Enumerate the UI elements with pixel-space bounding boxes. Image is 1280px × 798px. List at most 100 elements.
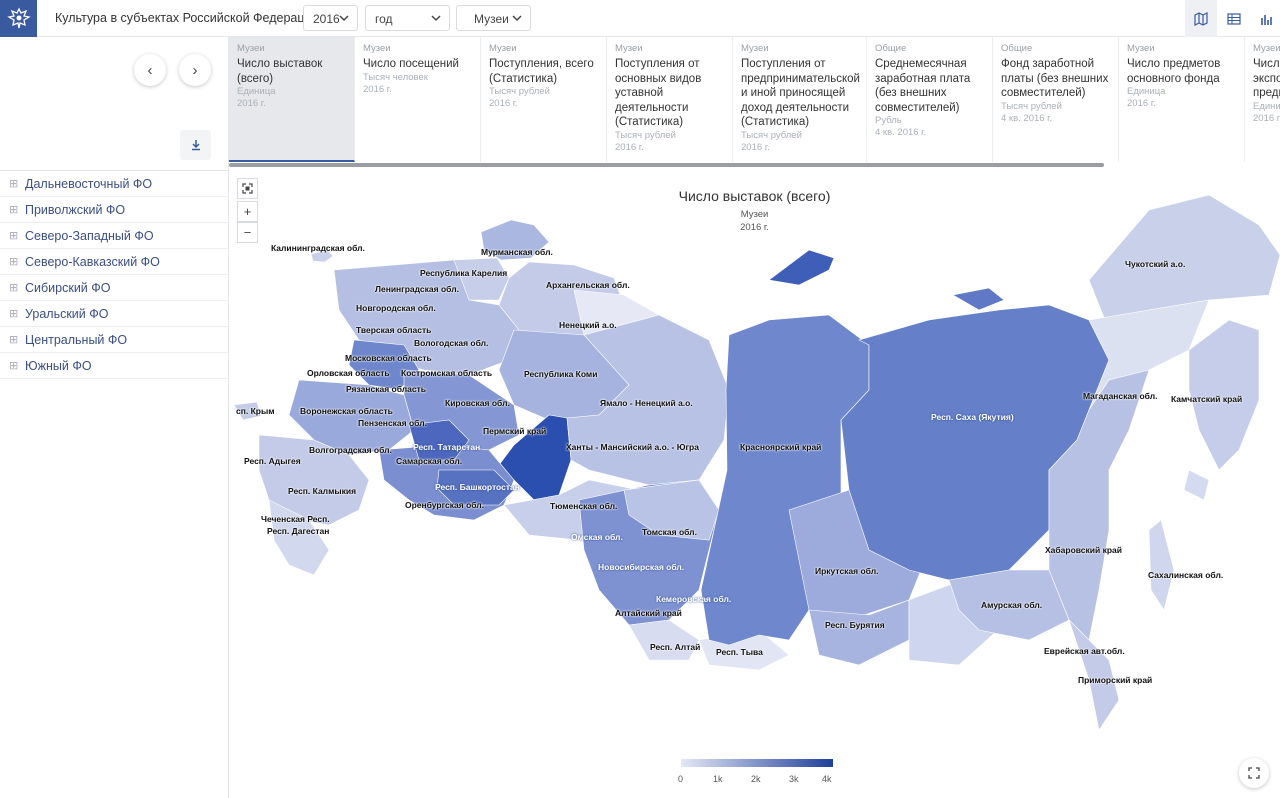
prev-button[interactable]: ‹ [134,54,166,86]
indicator-card[interactable]: Музеи Число предметов основного фонда Един… [1119,37,1245,162]
region-novaya-zemlya [768,249,835,286]
region-label: Орловская область [307,368,390,378]
district-label: Центральный ФО [25,333,128,347]
zoom-out-button[interactable]: − [237,222,258,243]
map-view-button[interactable] [1185,0,1217,37]
indicator-category: Музеи [741,43,769,54]
indicator-name: Поступления, всего (Статистика) [489,58,594,85]
eagle-emblem-icon [6,7,31,28]
region-label: Камчатский край [1171,394,1243,404]
region-label: Республика Коми [524,369,598,379]
download-button[interactable] [180,130,211,160]
region-label: Волгоградская обл. [309,445,392,455]
emblem-logo[interactable] [0,0,37,37]
plus-icon: + [243,204,252,219]
year-select[interactable]: 2016 [303,5,358,31]
region-label: Красноярский край [740,442,822,452]
map-icon [1194,11,1208,26]
region-label: Ямало - Ненецкий а.о. [600,398,693,408]
indicator-unit: Рубль [875,115,902,126]
region-sakhalin [1148,519,1175,611]
indicator-year: 2016 г. [1253,112,1280,124]
indicator-card[interactable]: Музеи Поступления от предпринимательской … [733,37,867,162]
indicator-card[interactable]: Музеи Число посещений Тысяч человек 2016 г. [355,37,481,162]
region-label: Респ. Татарстан [413,442,481,452]
region-label: Респ. Саха (Якутия) [931,412,1014,422]
fit-map-button[interactable] [237,178,258,199]
expand-plus-icon[interactable]: ⊞ [9,307,18,320]
district-item[interactable]: ⊞ Сибирский ФО [0,275,228,301]
legend-tick-4k: 4k [822,774,832,784]
indicator-card[interactable]: Музеи Число выставок (всего) Единица 2016 г… [229,37,355,162]
chevron-down-icon [512,15,522,22]
region-label: Респ. Башкортостан [435,482,520,492]
table-view-button[interactable] [1218,0,1250,37]
chart-view-button[interactable] [1251,0,1280,37]
chevron-down-icon [339,15,349,22]
region-label: Томская обл. [642,527,697,537]
region-label: Респ. Дагестан [267,526,330,536]
expand-plus-icon[interactable]: ⊞ [9,333,18,346]
indicator-card[interactable]: Музеи Поступления от основных видов устав… [607,37,733,162]
region-label: Иркутская обл. [815,566,879,576]
category-select[interactable]: Музеи [456,5,531,31]
region-label: Сахалинская обл. [1148,570,1224,580]
indicator-card[interactable]: Общие Среднемесячная заработная плата (бе… [867,37,993,162]
russia-choropleth-map[interactable] [229,170,1280,798]
region-label: Магаданская обл. [1083,391,1158,401]
legend-tick-3k: 3k [789,774,799,784]
fullscreen-button[interactable] [1239,758,1269,788]
region-label: Пермский край [483,426,547,436]
district-item[interactable]: ⊞ Приволжский ФО [0,197,228,223]
expand-plus-icon[interactable]: ⊞ [9,359,18,372]
indicator-scrollbar[interactable] [229,163,1104,167]
legend-bar [681,759,833,767]
indicator-name: Фонд заработной платы (без внешних совме… [1001,58,1109,99]
indicator-year: 4 кв. 2016 г. [875,127,927,138]
chevron-left-icon: ‹ [147,61,153,79]
region-label: Респ. Калмыкия [288,486,357,496]
period-select[interactable]: год [365,5,450,31]
region-label: Калининградская обл. [271,243,365,253]
indicator-card[interactable]: Общие Фонд заработной платы (без внешних … [993,37,1119,162]
next-button[interactable]: › [179,54,211,86]
table-icon [1227,12,1241,25]
indicator-unit: Тысяч человек [363,71,428,83]
indicator-strip: Музеи Число выставок (всего) Единица 2016 г… [229,37,1280,165]
indicator-category: Музеи [1127,43,1155,54]
region-label: Ханты - Мансийский а.о. - Югра [566,442,699,452]
district-item[interactable]: ⊞ Уральский ФО [0,301,228,327]
zoom-in-button[interactable]: + [237,201,258,222]
expand-plus-icon[interactable]: ⊞ [9,177,18,190]
expand-plus-icon[interactable]: ⊞ [9,229,18,242]
region-label: Новосибирская обл. [598,562,685,572]
district-item[interactable]: ⊞ Южный ФО [0,353,228,379]
indicator-category: Музеи [237,43,265,54]
indicator-name: Число предметов основного фонда [1127,58,1221,85]
region-label: Респ. Тыва [716,647,763,657]
indicator-unit: Тысяч рублей [615,129,676,141]
indicator-category: Общие [875,43,907,54]
district-item[interactable]: ⊞ Северо-Западный ФО [0,223,228,249]
left-controls: ‹ › [0,37,229,170]
district-item[interactable]: ⊞ Дальневосточный ФО [0,171,228,197]
indicator-unit: Тысяч рублей [1001,100,1062,112]
region-label: Респ. Бурятия [825,620,885,630]
indicator-year: 2016 г. [615,141,644,153]
expand-plus-icon[interactable]: ⊞ [9,281,18,294]
region-label: Ленинградская обл. [375,284,459,294]
district-item[interactable]: ⊞ Северо-Кавказский ФО [0,249,228,275]
district-label: Уральский ФО [25,307,109,321]
district-item[interactable]: ⊞ Центральный ФО [0,327,228,353]
indicator-card[interactable]: Музеи Число экспо предмЕдини2016 г. [1245,37,1280,162]
indicator-card[interactable]: Музеи Поступления, всего (Статистика) Тыся… [481,37,607,162]
indicator-unit: Тысяч рублей [489,86,550,97]
indicator-category: Музеи [1253,43,1280,54]
region-label: Приморский край [1078,675,1153,685]
district-label: Сибирский ФО [25,281,111,295]
expand-plus-icon[interactable]: ⊞ [9,203,18,216]
region-label: Респ. Адыгея [244,456,301,466]
expand-plus-icon[interactable]: ⊞ [9,255,18,268]
legend-tick-2k: 2k [751,774,761,784]
region-label: Кемеровская обл. [656,594,732,604]
